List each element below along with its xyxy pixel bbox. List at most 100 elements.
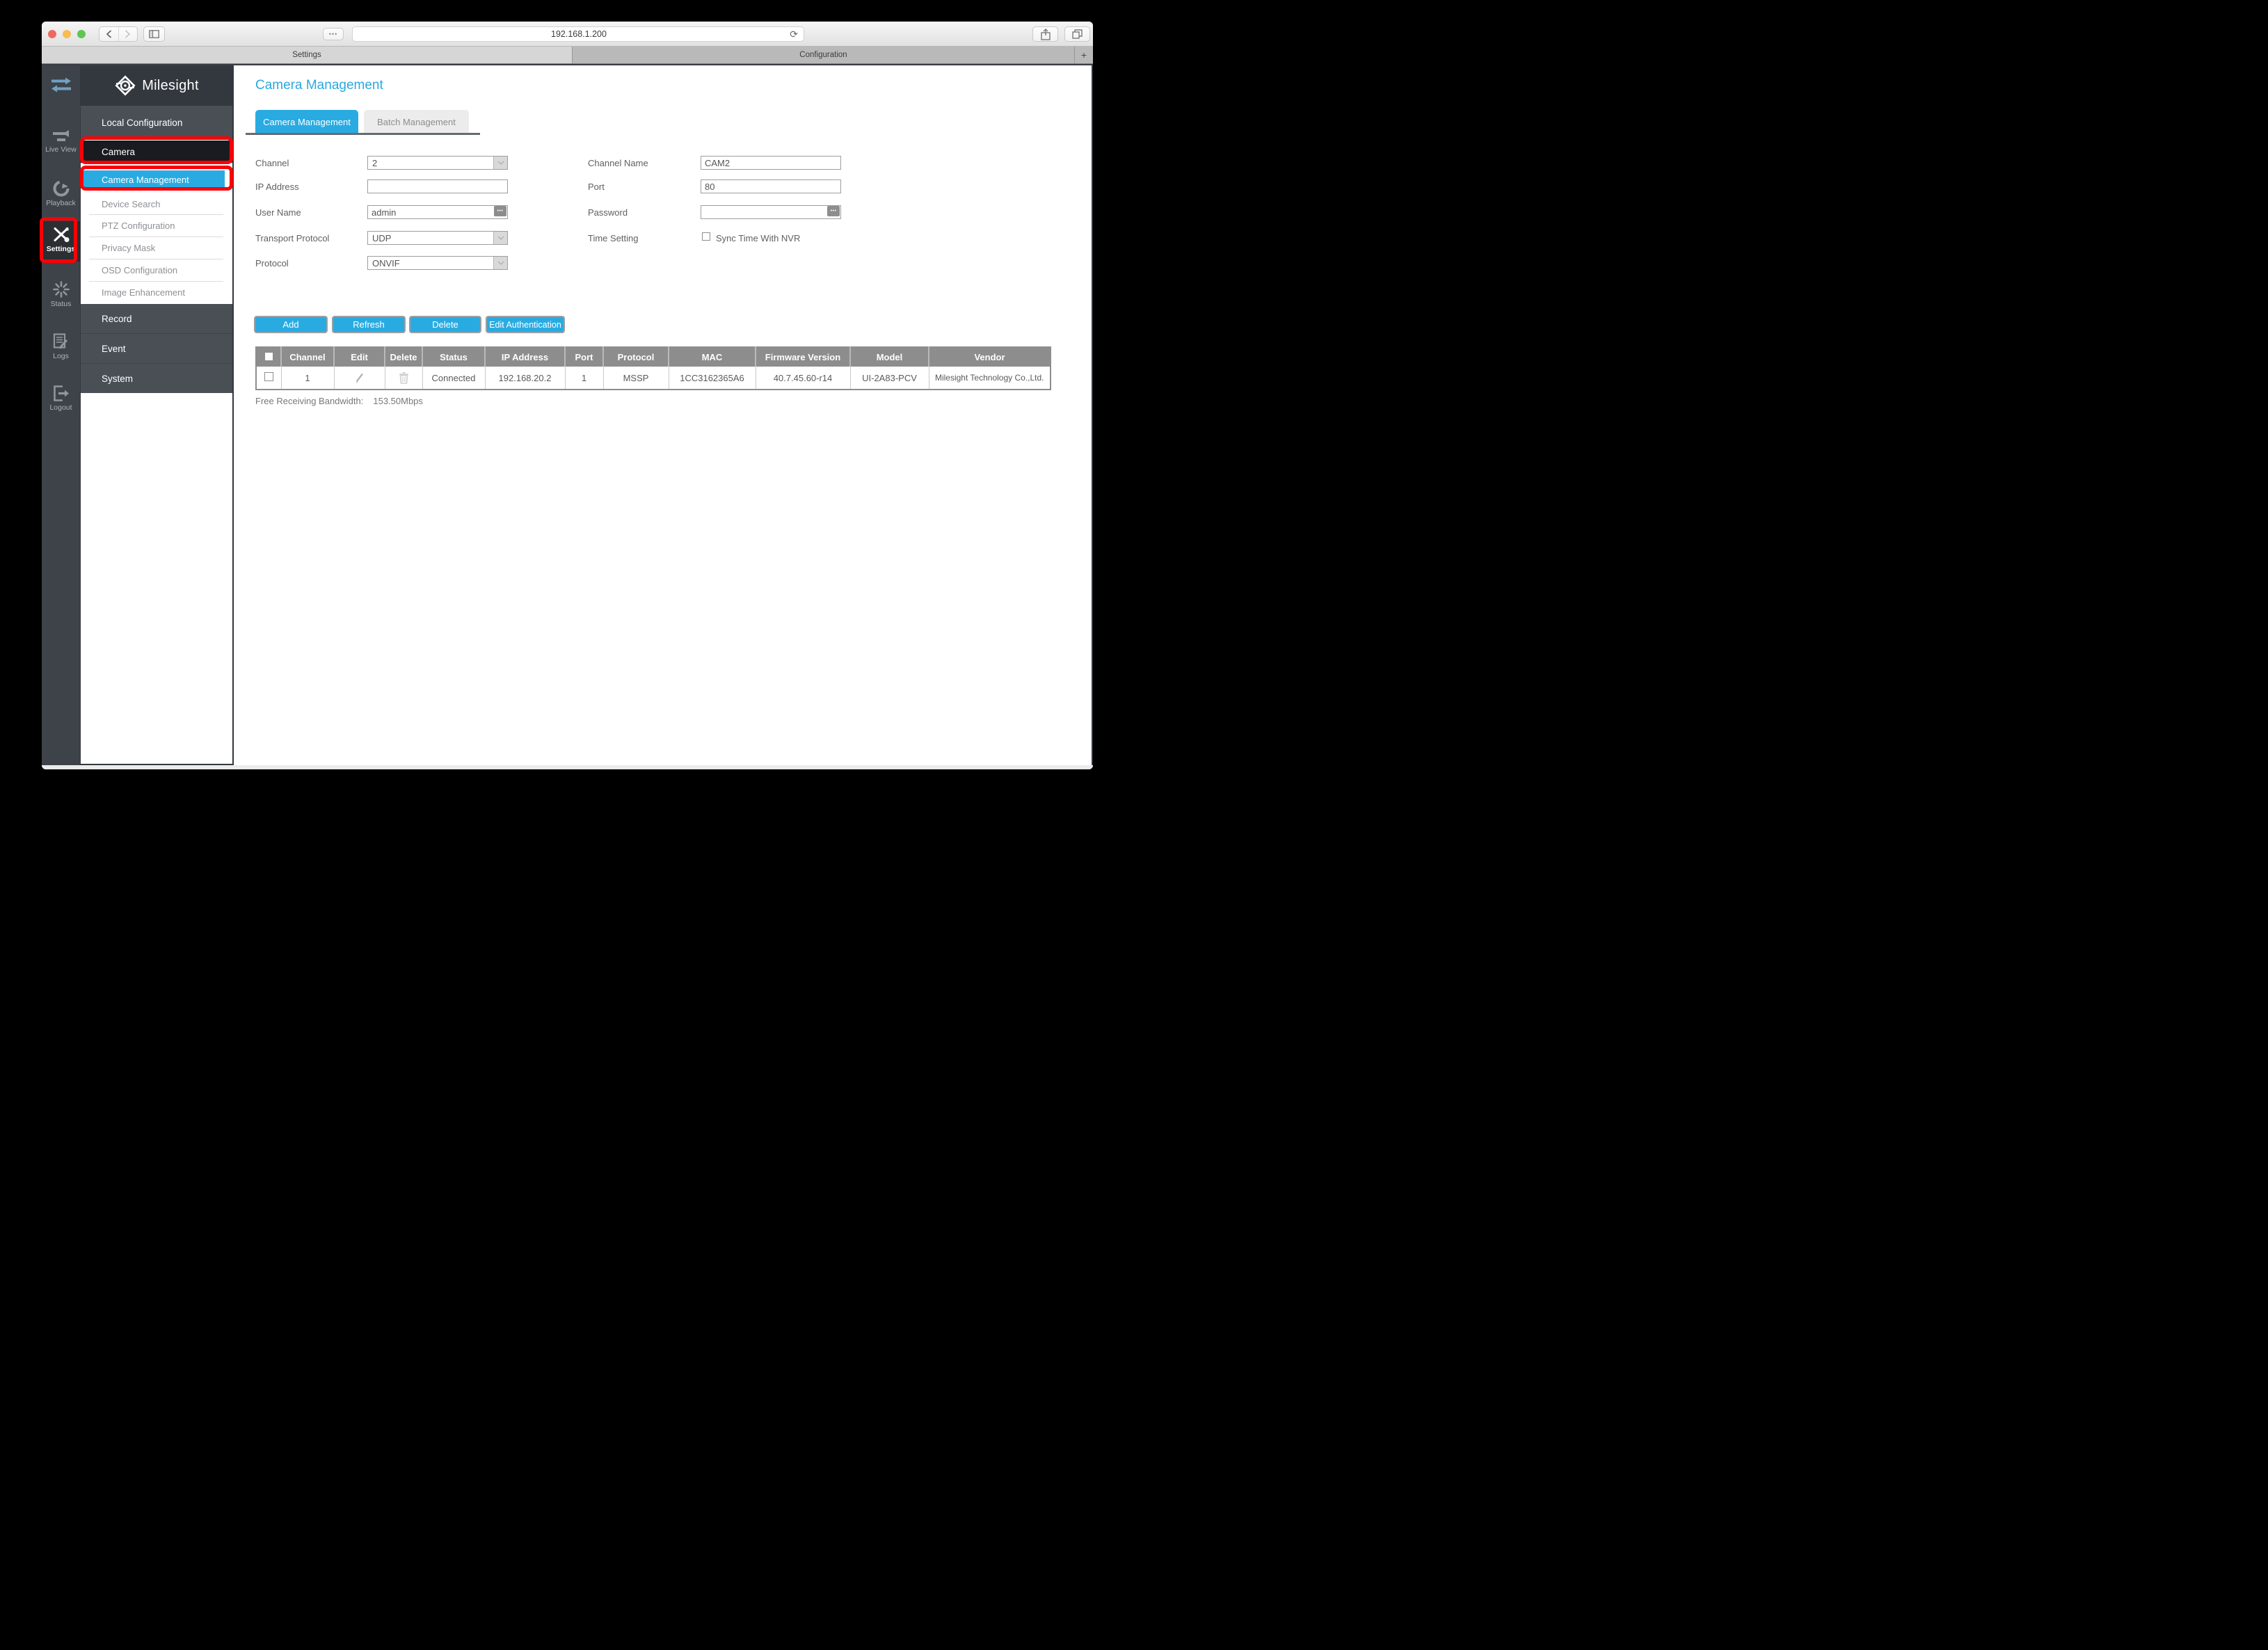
share-button[interactable] bbox=[1032, 26, 1058, 42]
sidebar-toggle-button[interactable] bbox=[143, 26, 165, 42]
browser-tab-label: Configuration bbox=[799, 51, 847, 59]
password-ellipsis-button[interactable]: ••• bbox=[827, 206, 840, 216]
playback-icon bbox=[53, 180, 69, 197]
menu-section-system[interactable]: System bbox=[81, 364, 232, 393]
tab-batch-management[interactable]: Batch Management bbox=[364, 110, 469, 134]
sidebar-item-live-view[interactable]: Live View bbox=[42, 129, 80, 154]
password-input[interactable] bbox=[701, 205, 841, 219]
menu-section-record[interactable]: Record bbox=[81, 304, 232, 333]
settings-icon bbox=[54, 227, 69, 242]
edit-row-button[interactable] bbox=[334, 367, 385, 390]
bandwidth-label: Free Receiving Bandwidth: bbox=[255, 396, 364, 406]
menu-item-image-enhancement[interactable]: Image Enhancement bbox=[81, 281, 232, 304]
channel-name-label: Channel Name bbox=[588, 158, 648, 168]
tabs-overview-icon bbox=[1072, 29, 1083, 39]
protocol-label: Protocol bbox=[255, 258, 289, 269]
user-name-input[interactable] bbox=[367, 205, 508, 219]
tab-label: Camera Management bbox=[263, 116, 351, 127]
url-input[interactable] bbox=[374, 27, 784, 41]
select-all-checkbox-icon[interactable] bbox=[264, 353, 273, 360]
ip-address-input[interactable] bbox=[367, 179, 508, 193]
address-bar[interactable]: ⟳ bbox=[352, 26, 804, 42]
minimize-window-icon[interactable] bbox=[63, 30, 71, 38]
chevron-down-icon bbox=[493, 157, 507, 169]
menu-section-label: Camera bbox=[102, 146, 136, 157]
logout-icon bbox=[53, 385, 69, 401]
refresh-button[interactable]: Refresh bbox=[332, 316, 406, 333]
sidebar-item-logs[interactable]: Logs bbox=[42, 333, 80, 360]
menu-item-label: Camera Management bbox=[102, 174, 189, 185]
select-all-header[interactable] bbox=[256, 347, 282, 367]
menu-item-label: PTZ Configuration bbox=[102, 220, 175, 231]
browser-tab-configuration[interactable]: Configuration bbox=[572, 47, 1074, 63]
close-window-icon[interactable] bbox=[48, 30, 56, 38]
milesight-logo: Milesight bbox=[81, 65, 232, 106]
refresh-page-icon[interactable]: ⟳ bbox=[790, 29, 798, 40]
sidebar-item-label: Playback bbox=[46, 199, 76, 207]
sidebar-item-settings[interactable]: Settings bbox=[42, 225, 80, 253]
menu-section-event[interactable]: Event bbox=[81, 334, 232, 363]
brand-name: Milesight bbox=[142, 77, 199, 93]
edit-authentication-button[interactable]: Edit Authentication bbox=[486, 316, 565, 333]
menu-section-camera[interactable]: Camera bbox=[81, 141, 232, 163]
tab-camera-management[interactable]: Camera Management bbox=[255, 110, 358, 134]
time-setting-label: Time Setting bbox=[588, 233, 639, 243]
cell-protocol: MSSP bbox=[603, 367, 669, 390]
menu-section-label: System bbox=[102, 373, 134, 384]
delete-button[interactable]: Delete bbox=[409, 316, 481, 333]
port-label: Port bbox=[588, 182, 605, 192]
menu-section-label: Event bbox=[102, 343, 126, 354]
back-icon bbox=[106, 30, 111, 38]
channel-select[interactable]: 2 bbox=[367, 156, 508, 170]
show-all-tabs-button[interactable] bbox=[1064, 26, 1090, 42]
cell-vendor: Milesight Technology Co.,Ltd. bbox=[929, 367, 1051, 390]
port-input[interactable] bbox=[701, 179, 841, 193]
delete-row-button[interactable] bbox=[385, 367, 423, 390]
camera-management-panel: Camera Management Camera Management Batc… bbox=[234, 65, 1093, 765]
col-vendor: Vendor bbox=[929, 347, 1051, 367]
new-tab-button[interactable]: + bbox=[1074, 47, 1093, 63]
col-edit: Edit bbox=[334, 347, 385, 367]
transport-protocol-value: UDP bbox=[372, 232, 392, 243]
collapse-menu-button[interactable] bbox=[42, 77, 80, 93]
sidebar-item-playback[interactable]: Playback bbox=[42, 180, 80, 207]
add-button[interactable]: Add bbox=[254, 316, 328, 333]
menu-item-label: Device Search bbox=[102, 198, 161, 209]
chevron-down-icon bbox=[493, 232, 507, 244]
menu-item-privacy-mask[interactable]: Privacy Mask bbox=[81, 237, 232, 259]
back-button[interactable] bbox=[99, 27, 119, 41]
chevron-down-icon bbox=[493, 257, 507, 269]
table-header-row: Channel Edit Delete Status IP Address Po… bbox=[256, 347, 1051, 367]
col-model: Model bbox=[850, 347, 929, 367]
menu-section-label: Record bbox=[102, 313, 132, 324]
sidebar-item-logout[interactable]: Logout bbox=[42, 385, 80, 412]
sidebar-item-label: Logs bbox=[53, 352, 69, 360]
toolbar-dots-button[interactable]: ••• bbox=[323, 28, 344, 40]
menu-item-ptz-configuration[interactable]: PTZ Configuration bbox=[81, 214, 232, 237]
menu-section-local-configuration[interactable]: Local Configuration bbox=[81, 106, 232, 139]
sidebar-item-status[interactable]: Status bbox=[42, 281, 80, 308]
forward-button[interactable] bbox=[119, 27, 138, 41]
zoom-window-icon[interactable] bbox=[77, 30, 86, 38]
browser-window: ••• ⟳ Sett bbox=[42, 22, 1093, 769]
cell-firmware: 40.7.45.60-r14 bbox=[756, 367, 851, 390]
col-port: Port bbox=[565, 347, 604, 367]
row-checkbox[interactable] bbox=[264, 372, 273, 381]
sidebar-item-label: Live View bbox=[45, 145, 77, 154]
menu-item-device-search[interactable]: Device Search bbox=[81, 193, 232, 214]
browser-titlebar: ••• ⟳ bbox=[42, 22, 1093, 47]
transport-protocol-select[interactable]: UDP bbox=[367, 231, 508, 245]
menu-item-camera-management[interactable]: Camera Management bbox=[83, 170, 225, 189]
sync-time-checkbox[interactable] bbox=[702, 232, 710, 241]
browser-tab-settings[interactable]: Settings bbox=[42, 47, 572, 63]
col-delete: Delete bbox=[385, 347, 423, 367]
share-icon bbox=[1040, 28, 1051, 40]
col-mac: MAC bbox=[669, 347, 756, 367]
menu-item-osd-configuration[interactable]: OSD Configuration bbox=[81, 259, 232, 281]
user-name-ellipsis-button[interactable]: ••• bbox=[494, 206, 506, 216]
cell-ip-address: 192.168.20.2 bbox=[485, 367, 566, 390]
sidebar-item-label: Logout bbox=[49, 403, 72, 412]
protocol-select[interactable]: ONVIF bbox=[367, 256, 508, 270]
channel-name-input[interactable] bbox=[701, 156, 841, 170]
cell-port: 1 bbox=[565, 367, 604, 390]
